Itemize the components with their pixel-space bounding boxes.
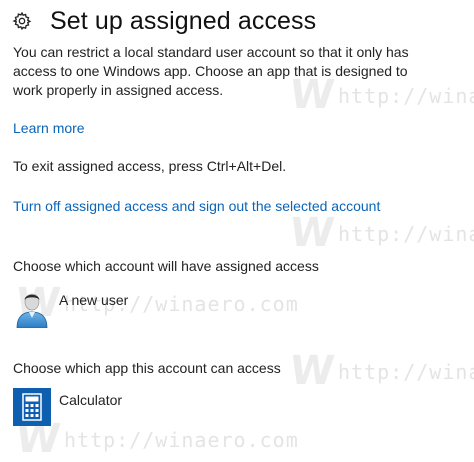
watermark-text: http://winaero [338, 222, 474, 246]
page-title: Set up assigned access [50, 6, 317, 35]
calculator-icon [13, 388, 51, 426]
turn-off-assigned-access-link[interactable]: Turn off assigned access and sign out th… [13, 198, 380, 214]
watermark-letter: W [287, 348, 337, 394]
assigned-access-page: W http://winaero W http://winaero W http… [0, 0, 474, 462]
watermark-letter: W [287, 210, 337, 256]
choose-app-button[interactable]: Calculator [13, 388, 122, 426]
app-name-label: Calculator [59, 392, 123, 408]
account-name-label: A new user [59, 292, 129, 308]
user-avatar-icon [13, 288, 51, 328]
learn-more-link[interactable]: Learn more [13, 120, 85, 136]
exit-info-text: To exit assigned access, press Ctrl+Alt+… [13, 158, 287, 174]
app-section-heading: Choose which app this account can access [13, 360, 281, 376]
watermark-text: http://winaero.com [64, 428, 299, 452]
account-section-heading: Choose which account will have assigned … [13, 258, 319, 274]
watermark-text: http://winaero [338, 360, 474, 384]
page-description: You can restrict a local standard user a… [13, 44, 409, 98]
choose-account-button[interactable]: A new user [13, 288, 129, 328]
gear-icon [12, 11, 32, 31]
page-header: Set up assigned access [12, 6, 316, 36]
